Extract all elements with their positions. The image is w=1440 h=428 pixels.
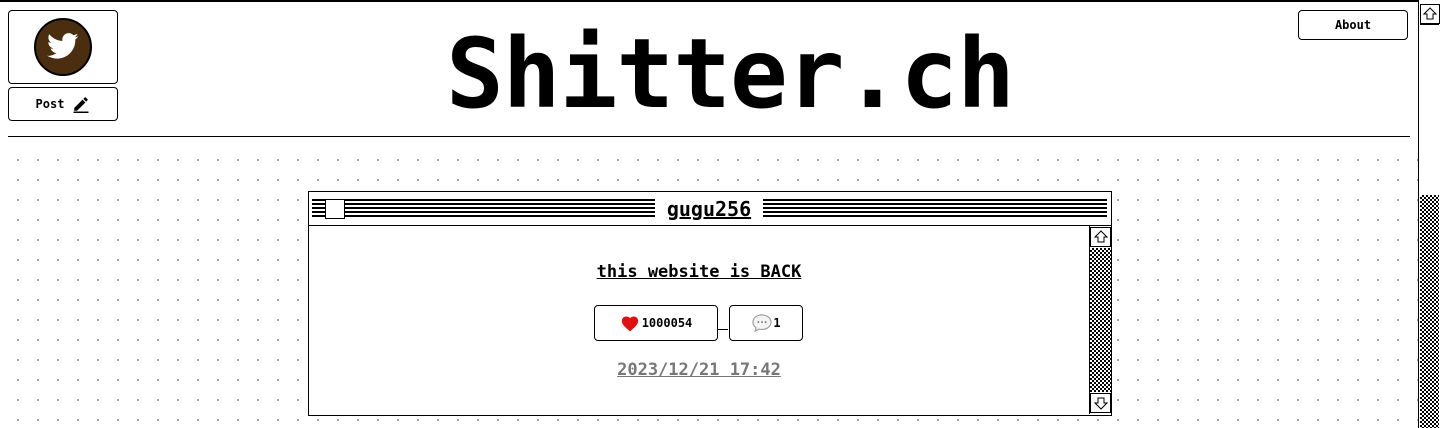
site-title: Shitter.ch <box>446 18 1015 130</box>
post-timestamp[interactable]: 2023/12/21 17:42 <box>309 360 1089 380</box>
post-window: gugu256 this website is BACK 1000054 1 2… <box>308 191 1112 416</box>
scroll-up-arrow-icon <box>1093 230 1108 243</box>
speech-bubble-icon <box>752 314 773 333</box>
titlebar-stripes-left <box>312 199 655 218</box>
window-close-box[interactable] <box>325 199 345 219</box>
site-header: Post Shitter.ch About <box>0 2 1418 146</box>
pencil-icon <box>73 97 89 113</box>
window-scroll-track[interactable] <box>1090 248 1111 392</box>
post-button-label: Post <box>35 97 65 111</box>
post-content: this website is BACK 1000054 1 2023/12/2… <box>309 226 1089 414</box>
scroll-up-arrow-icon <box>1423 7 1437 20</box>
heart-icon <box>621 316 638 332</box>
scroll-down-arrow-icon <box>1093 397 1108 410</box>
header-divider <box>8 136 1410 137</box>
window-titlebar[interactable]: gugu256 <box>309 192 1111 226</box>
like-button[interactable]: 1000054 <box>594 305 718 341</box>
page-scroll-track[interactable] <box>1420 195 1439 428</box>
button-connector <box>717 329 728 330</box>
post-button[interactable]: Post <box>8 87 118 121</box>
page-scroll-thumb[interactable] <box>1420 24 1439 196</box>
like-count: 1000054 <box>641 316 693 330</box>
comment-count: 1 <box>773 316 781 330</box>
scroll-up-button[interactable] <box>1090 227 1111 247</box>
comment-button[interactable]: 1 <box>729 305 803 341</box>
logo-button[interactable] <box>8 10 118 84</box>
post-username[interactable]: gugu256 <box>655 196 763 222</box>
post-text: this website is BACK <box>596 262 802 282</box>
about-button[interactable]: About <box>1298 10 1408 40</box>
titlebar-stripes-right <box>763 199 1107 218</box>
window-scrollbar[interactable] <box>1089 226 1111 414</box>
bird-icon <box>47 33 79 59</box>
page-scrollbar[interactable] <box>1418 0 1440 428</box>
scroll-down-button[interactable] <box>1090 393 1111 413</box>
logo <box>34 18 92 76</box>
page-scroll-up-button[interactable] <box>1420 4 1440 24</box>
